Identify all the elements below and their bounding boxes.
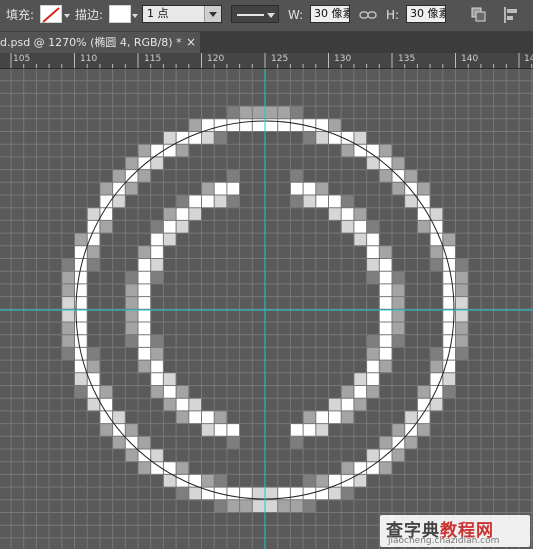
path-alignment-icon[interactable] xyxy=(503,6,521,24)
document-tab-bar: d.psd @ 1270% (椭圆 4, RGB/8) * × xyxy=(0,32,533,53)
fill-label: 填充: xyxy=(6,8,35,22)
document-tab[interactable]: d.psd @ 1270% (椭圆 4, RGB/8) * × xyxy=(0,32,200,53)
link-icon[interactable] xyxy=(359,6,377,24)
fill-dropdown-arrow-icon[interactable] xyxy=(64,14,70,18)
height-label: H: xyxy=(386,8,400,22)
width-input[interactable]: 30 像素 xyxy=(310,5,350,23)
horizontal-ruler[interactable]: 105 110 115 120 125 130 135 140 14 xyxy=(0,53,533,69)
stroke-swatch[interactable] xyxy=(109,5,131,23)
pixel-grid-canvas xyxy=(0,69,533,549)
stroke-line-preview xyxy=(237,14,264,16)
ruler-label: 120 xyxy=(207,54,225,64)
stroke-dropdown-arrow-icon[interactable] xyxy=(132,14,138,18)
ruler-label: 105 xyxy=(13,54,31,64)
no-fill-icon xyxy=(42,7,60,23)
site-watermark: 查字典教程网 jiaocheng.chazidian.com xyxy=(380,515,530,547)
ruler-label: 115 xyxy=(144,54,162,64)
stroke-label: 描边: xyxy=(75,8,104,22)
document-tab-title: d.psd @ 1270% (椭圆 4, RGB/8) * xyxy=(0,36,182,49)
options-bar: 填充: 描边: 1 点 W: 30 像素 H: 30 像素 xyxy=(0,0,533,32)
ruler-label: 125 xyxy=(271,54,289,64)
fill-swatch[interactable] xyxy=(40,5,62,23)
ruler-label: 110 xyxy=(80,54,98,64)
height-input[interactable]: 30 像素 xyxy=(406,5,446,23)
ruler-label: 130 xyxy=(334,54,352,64)
stroke-width-value: 1 点 xyxy=(147,7,169,20)
path-operations-icon[interactable] xyxy=(470,6,488,24)
ruler-label: 135 xyxy=(398,54,416,64)
chevron-down-icon[interactable] xyxy=(204,6,221,22)
stroke-type-select[interactable] xyxy=(231,5,279,23)
document-canvas[interactable] xyxy=(0,69,533,549)
close-icon[interactable]: × xyxy=(186,32,196,53)
watermark-url: jiaocheng.chazidian.com xyxy=(388,536,500,546)
width-label: W: xyxy=(288,8,304,22)
chevron-down-icon xyxy=(267,13,275,18)
stroke-width-select[interactable]: 1 点 xyxy=(142,5,222,23)
ruler-label: 14 xyxy=(524,54,533,64)
ruler-label: 140 xyxy=(461,54,479,64)
